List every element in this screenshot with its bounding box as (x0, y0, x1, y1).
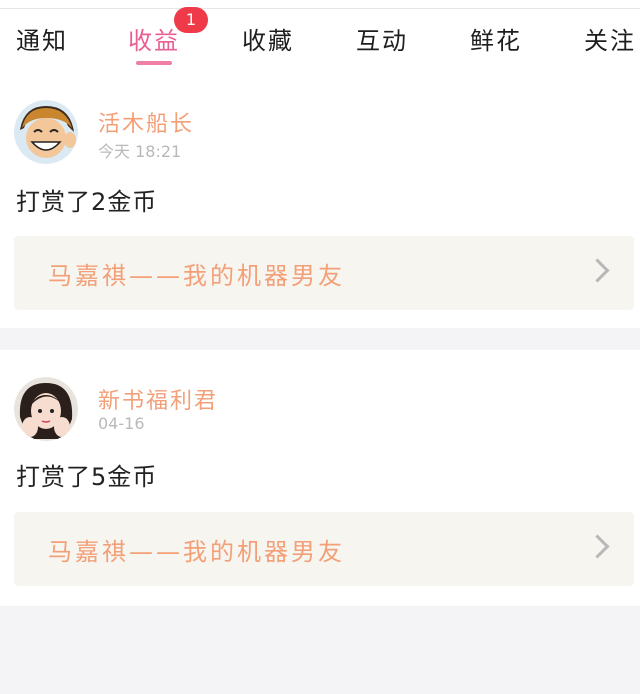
chevron-right-icon (585, 534, 610, 559)
tab-bar: 通知 收益 1 收藏 互动 鲜花 关注 (0, 7, 640, 71)
tab-follows[interactable]: 关注 (584, 21, 636, 56)
tab-interactions[interactable]: 互动 (356, 21, 408, 56)
status-divider (0, 0, 640, 9)
timestamp: 今天 18:21 (98, 142, 182, 161)
active-tab-indicator (136, 61, 172, 65)
reward-text: 打赏了2金币 (16, 188, 158, 216)
girl-avatar-icon[interactable] (14, 377, 78, 441)
user-name[interactable]: 新书福利君 (98, 383, 218, 415)
chevron-right-icon (585, 258, 610, 283)
book-title: 马嘉祺——我的机器男友 (48, 262, 345, 290)
book-link[interactable]: 马嘉祺——我的机器男友 (14, 512, 634, 586)
tab-favorites[interactable]: 收藏 (242, 21, 294, 56)
book-title: 马嘉祺——我的机器男友 (48, 538, 345, 566)
earning-item: 活木船长 今天 18:21 打赏了2金币 马嘉祺——我的机器男友 (0, 70, 640, 328)
anime-avatar-icon[interactable] (14, 100, 78, 164)
tab-notifications[interactable]: 通知 (16, 21, 68, 56)
earning-item: 新书福利君 04-16 打赏了5金币 马嘉祺——我的机器男友 (0, 350, 640, 606)
book-link[interactable]: 马嘉祺——我的机器男友 (14, 236, 634, 310)
earnings-badge: 1 (174, 7, 208, 33)
reward-text: 打赏了5金币 (16, 463, 158, 491)
tab-earnings[interactable]: 收益 (128, 21, 180, 56)
user-name[interactable]: 活木船长 (98, 106, 194, 138)
timestamp: 04-16 (98, 414, 145, 433)
tab-flowers[interactable]: 鲜花 (470, 21, 522, 56)
